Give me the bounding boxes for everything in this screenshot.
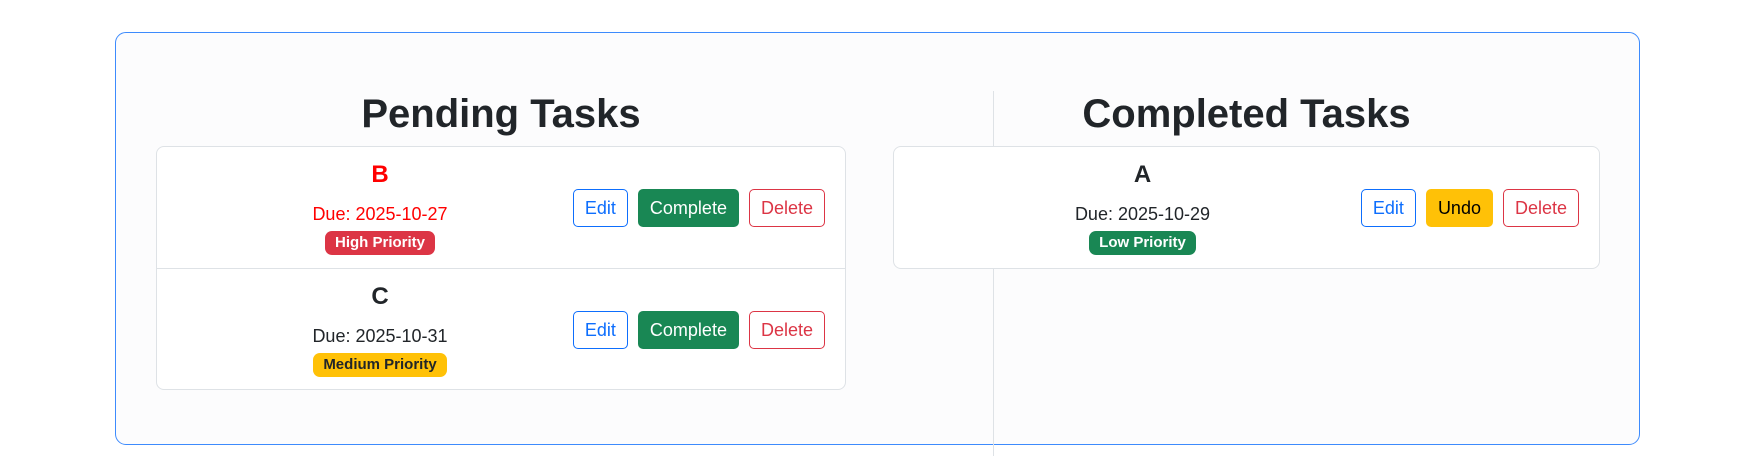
pending-title: Pending Tasks: [361, 92, 641, 136]
complete-button[interactable]: Complete: [637, 189, 739, 227]
task-info: C Due: 2025-10-31 Medium Priority: [157, 269, 603, 389]
task-due-date: Due: 2025-10-29: [1074, 204, 1211, 224]
priority-badge: Medium Priority: [313, 353, 447, 377]
completed-column: Completed Tasks A Due: 2025-10-29 Low Pr…: [893, 32, 1600, 412]
task-name: A: [1133, 161, 1152, 188]
task-due-date: Due: 2025-10-27: [312, 204, 448, 224]
delete-button[interactable]: Delete: [748, 189, 825, 227]
task-due-date: Due: 2025-10-31: [312, 326, 448, 346]
completed-title: Completed Tasks: [1082, 92, 1411, 136]
task-name: C: [371, 283, 389, 310]
pending-list: B Due: 2025-10-27 High Priority Edit Com…: [156, 146, 846, 390]
completed-list: A Due: 2025-10-29 Low Priority Edit Undo…: [893, 146, 1600, 269]
task-actions: Edit Undo Delete: [1360, 189, 1579, 227]
priority-badge: Low Priority: [1089, 231, 1196, 255]
task-info: A Due: 2025-10-29 Low Priority: [894, 147, 1391, 268]
delete-button[interactable]: Delete: [1502, 189, 1579, 227]
complete-button[interactable]: Complete: [637, 311, 739, 349]
priority-badge: High Priority: [324, 231, 435, 255]
task-item-b: B Due: 2025-10-27 High Priority Edit Com…: [157, 147, 845, 268]
undo-button[interactable]: Undo: [1425, 189, 1493, 227]
task-item-c: C Due: 2025-10-31 Medium Priority Edit C…: [157, 268, 845, 389]
edit-button[interactable]: Edit: [572, 189, 628, 227]
delete-button[interactable]: Delete: [748, 311, 825, 349]
task-actions: Edit Complete Delete: [572, 189, 825, 227]
pending-column: Pending Tasks B Due: 2025-10-27 High Pri…: [156, 32, 846, 412]
task-item-a: A Due: 2025-10-29 Low Priority Edit Undo…: [894, 147, 1599, 268]
task-name: B: [371, 161, 389, 188]
task-actions: Edit Complete Delete: [572, 311, 825, 349]
edit-button[interactable]: Edit: [572, 311, 628, 349]
task-info: B Due: 2025-10-27 High Priority: [157, 147, 603, 268]
edit-button[interactable]: Edit: [1360, 189, 1416, 227]
